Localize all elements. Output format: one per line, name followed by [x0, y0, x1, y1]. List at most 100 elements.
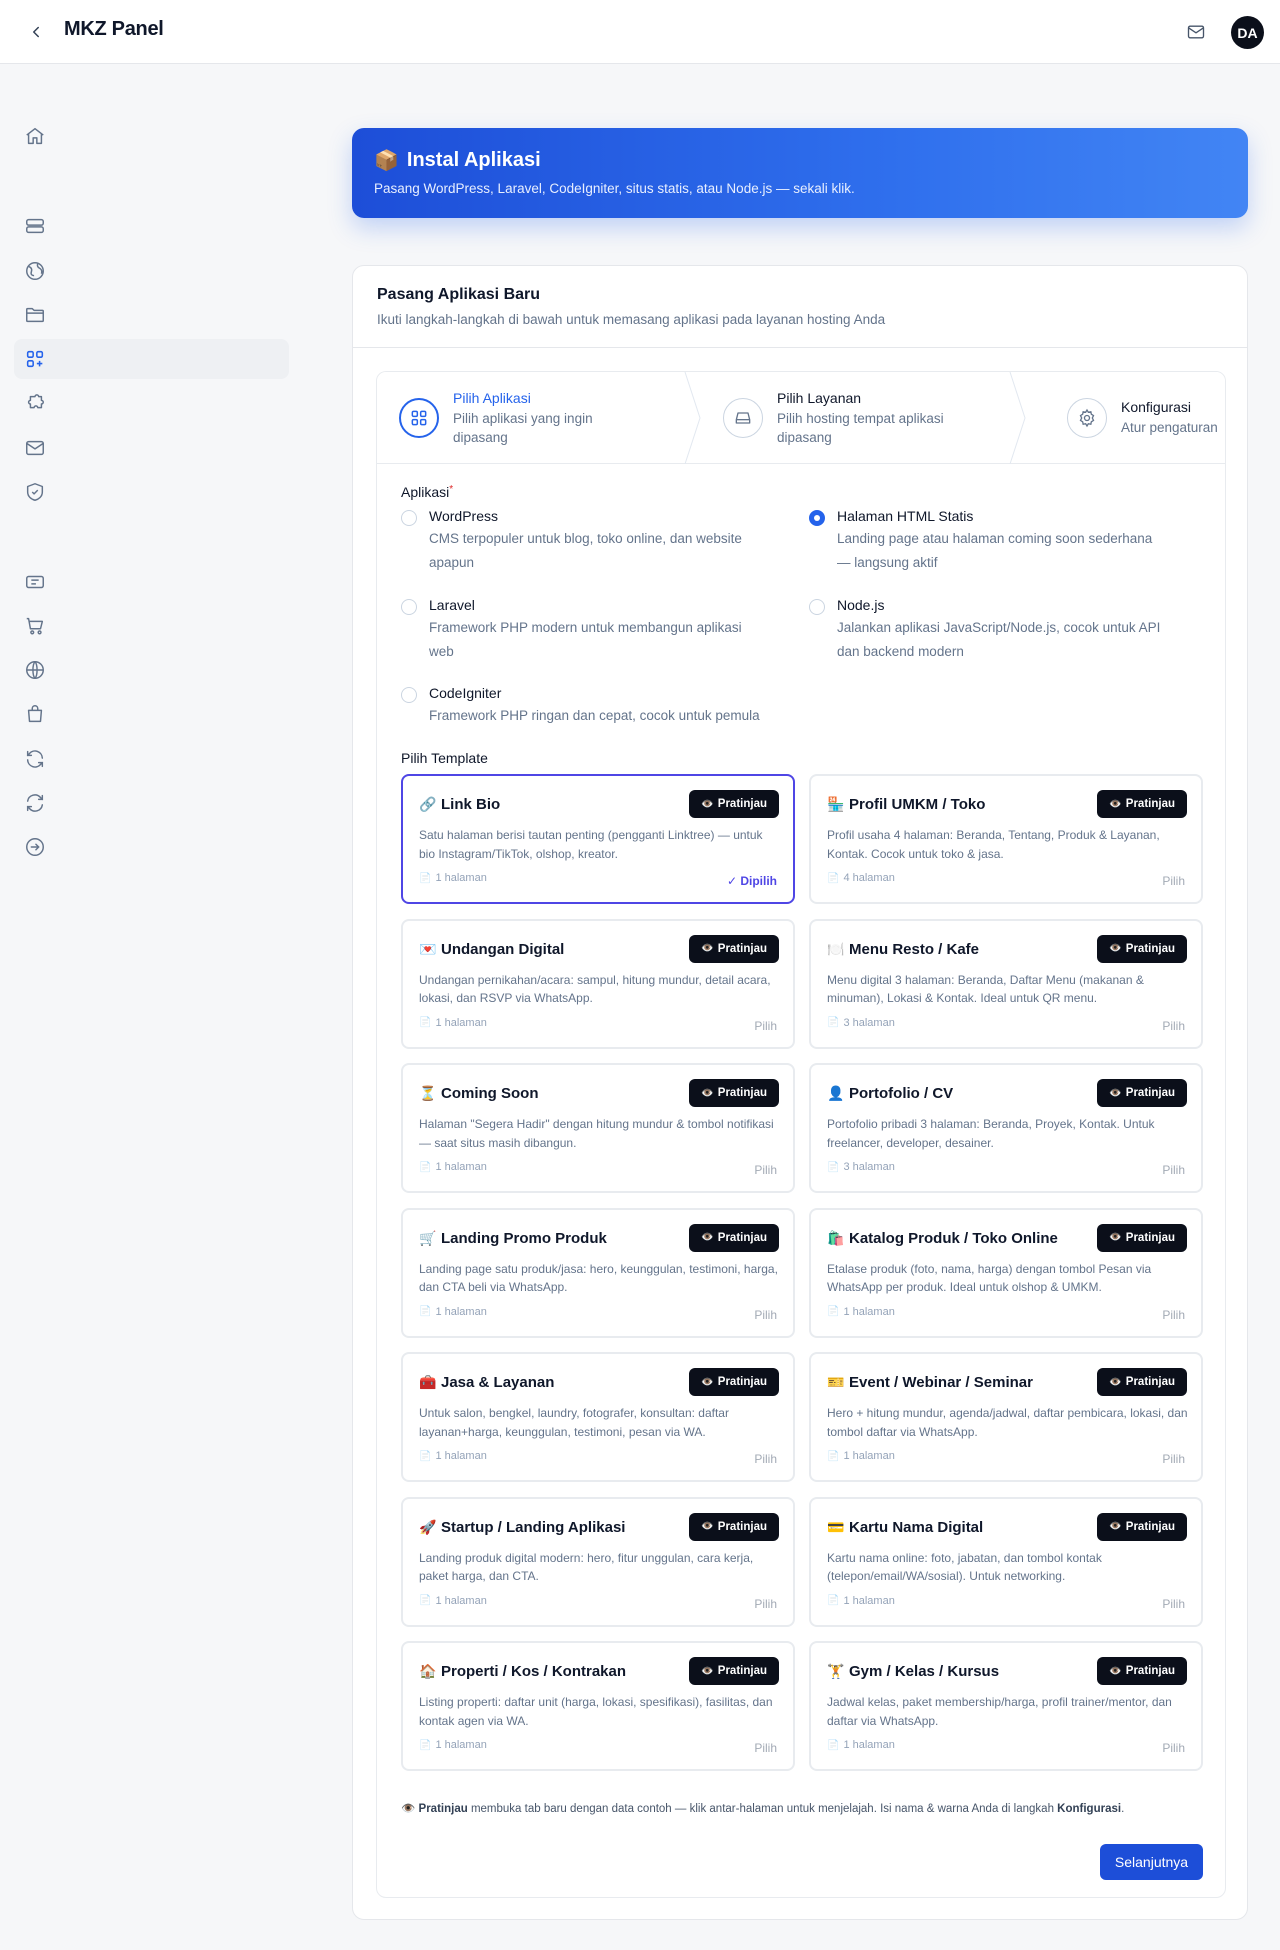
preview-label: Pratinjau	[717, 1376, 767, 1388]
eye-icon: 👁️	[1109, 1521, 1122, 1532]
template-pick-label[interactable]: Pilih	[1162, 1741, 1185, 1755]
step-konfigurasi[interactable]: Konfigurasi Atur pengaturan	[1067, 372, 1225, 464]
sidebar-item-home[interactable]	[14, 116, 289, 156]
template-card[interactable]: 🏠 Properti / Kos / Kontrakan 👁️ Pratinjau Li…	[401, 1641, 795, 1771]
preview-button[interactable]: 👁️ Pratinjau	[1097, 1368, 1187, 1396]
sidebar-item-web[interactable]	[14, 650, 289, 690]
template-title: 🚀 Startup / Landing Aplikasi	[419, 1519, 625, 1536]
radio-button[interactable]	[809, 599, 825, 615]
radio-button[interactable]	[401, 510, 417, 526]
template-card[interactable]: 🍽️ Menu Resto / Kafe 👁️ Pratinjau Menu digit…	[809, 918, 1203, 1049]
preview-button[interactable]: 👁️ Pratinjau	[689, 1657, 779, 1685]
template-pick-label[interactable]: Pilih	[754, 1019, 777, 1033]
sidebar-item-logout[interactable]	[14, 827, 289, 867]
sidebar-item-plugins[interactable]	[14, 384, 289, 424]
preview-button[interactable]: 👁️ Pratinjau	[1097, 1657, 1187, 1685]
template-pick-label[interactable]: Pilih	[754, 1452, 777, 1466]
template-card[interactable]: 🔗 Link Bio 👁️ Pratinjau Satu halaman berisi …	[401, 774, 795, 904]
template-title-text: Properti / Kos / Kontrakan	[441, 1663, 627, 1680]
template-card[interactable]: 💳 Kartu Nama Digital 👁️ Pratinjau Kartu nama…	[809, 1496, 1203, 1627]
next-button[interactable]: Selanjutnya	[1100, 1844, 1203, 1880]
app-option-codeigniter[interactable]: CodeIgniter Framework PHP ringan dan cepa…	[401, 685, 801, 728]
sidebar-item-hosting[interactable]	[14, 206, 289, 246]
sidebar-item-email[interactable]	[14, 428, 289, 468]
radio-button[interactable]	[401, 687, 417, 703]
preview-button[interactable]: 👁️ Pratinjau	[1097, 1079, 1187, 1107]
template-pages-count: 1 halaman	[435, 1016, 487, 1029]
template-card[interactable]: 🚀 Startup / Landing Aplikasi 👁️ Pratinjau La…	[401, 1496, 795, 1627]
sidebar-item-security[interactable]	[14, 472, 289, 512]
sidebar-item-tickets[interactable]	[14, 562, 289, 602]
template-card[interactable]: 💌 Undangan Digital 👁️ Pratinjau Undangan per…	[401, 918, 795, 1049]
template-pick-label[interactable]: Pilih	[754, 1741, 777, 1755]
template-pages-count: 1 halaman	[435, 1450, 487, 1462]
template-pages: 📄 1 halaman	[419, 1595, 487, 1607]
template-desc: Jadwal kelas, paket membership/harga, pr…	[827, 1695, 1172, 1728]
template-pick-label[interactable]: Pilih	[1162, 1308, 1185, 1322]
template-pick-label[interactable]: Pilih	[1162, 1597, 1185, 1611]
sidebar-item-domains[interactable]	[14, 251, 289, 291]
radio-button[interactable]	[401, 599, 417, 615]
preview-button[interactable]: 👁️ Pratinjau	[689, 1368, 779, 1396]
preview-button[interactable]: 👁️ Pratinjau	[689, 1223, 779, 1252]
template-pick-label[interactable]: Pilih	[1162, 1163, 1185, 1177]
template-pages: 📄 1 halaman	[827, 1739, 895, 1751]
sidebar-item-files[interactable]	[14, 295, 289, 335]
template-pick-label[interactable]: Pilih	[1162, 1452, 1185, 1466]
template-card[interactable]: 🛒 Landing Promo Produk 👁️ Pratinjau Landing …	[401, 1207, 795, 1338]
app-option-laravel[interactable]: Laravel Framework PHP modern untuk memban…	[401, 597, 761, 664]
eye-icon: 👁️	[701, 943, 714, 954]
template-emoji-icon: 💳	[827, 1518, 845, 1535]
template-card[interactable]: ⏳ Coming Soon 👁️ Pratinjau Halaman "Segera H…	[401, 1063, 795, 1193]
cart-icon	[26, 617, 44, 635]
radio-button-checked[interactable]	[809, 510, 825, 526]
preview-button[interactable]: 👁️ Pratinjau	[1097, 1512, 1187, 1541]
eye-icon: 👁️	[1109, 1376, 1122, 1388]
sidebar-item-shop[interactable]	[14, 694, 289, 734]
step-pilih-aplikasi[interactable]: Pilih Aplikasi Pilih aplikasi yang ingin…	[399, 372, 639, 464]
preview-button[interactable]: 👁️ Pratinjau	[1097, 1223, 1187, 1252]
messages-button[interactable]	[1184, 20, 1208, 44]
app-option-nodejs[interactable]: Node.js Jalankan aplikasi JavaScript/Node…	[809, 597, 1169, 664]
preview-button[interactable]: 👁️ Pratinjau	[689, 790, 779, 818]
template-title-text: Coming Soon	[441, 1085, 539, 1102]
template-card[interactable]: 🛍️ Katalog Produk / Toko Online 👁️ Pratinja…	[809, 1207, 1203, 1338]
template-card[interactable]: 🏋️ Gym / Kelas / Kursus 👁️ Pratinjau Jadwal …	[809, 1641, 1203, 1771]
template-card[interactable]: 🧰 Jasa & Layanan 👁️ Pratinjau Untuk salon, b…	[401, 1352, 795, 1482]
preview-button[interactable]: 👁️ Pratinjau	[1097, 934, 1187, 963]
sidebar-item-orders[interactable]	[14, 606, 289, 646]
template-pick-label[interactable]: Pilih	[754, 1163, 777, 1177]
preview-button[interactable]: 👁️ Pratinjau	[689, 1512, 779, 1541]
template-card[interactable]: 🎫 Event / Webinar / Seminar 👁️ Pratinjau Her…	[809, 1352, 1203, 1482]
template-pages: 📄 1 halaman	[419, 1017, 487, 1029]
template-pick-label[interactable]: Pilih	[754, 1308, 777, 1322]
preview-button[interactable]: 👁️ Pratinjau	[1097, 790, 1187, 818]
template-card[interactable]: 👤 Portofolio / CV 👁️ Pratinjau Portofolio pr…	[809, 1063, 1203, 1193]
app-option-wordpress[interactable]: WordPress CMS terpopuler untuk blog, toko…	[401, 508, 761, 575]
template-pages: 📄 3 halaman	[827, 1161, 895, 1173]
app-option-html-statis[interactable]: Halaman HTML Statis Landing page atau hal…	[809, 508, 1169, 575]
template-desc: Undangan pernikahan/acara: sampul, hitun…	[419, 972, 771, 1006]
template-desc: Untuk salon, bengkel, laundry, fotografe…	[419, 1406, 729, 1439]
sidebar-item-sync[interactable]	[14, 783, 289, 823]
template-card[interactable]: 🏪 Profil UMKM / Toko 👁️ Pratinjau Profil usa…	[809, 774, 1203, 904]
document-icon: 📄	[419, 1595, 432, 1606]
sidebar-item-apps[interactable]	[14, 339, 289, 379]
sync-icon	[26, 794, 44, 812]
preview-button[interactable]: 👁️ Pratinjau	[689, 1079, 779, 1107]
step-pilih-layanan[interactable]: Pilih Layanan Pilih hosting tempat aplik…	[723, 372, 953, 464]
avatar[interactable]: DA	[1231, 16, 1264, 49]
template-pages: 📄 1 halaman	[419, 1450, 487, 1462]
document-icon: 📄	[827, 872, 840, 884]
preview-label: Pratinjau	[1125, 798, 1175, 810]
preview-button[interactable]: 👁️ Pratinjau	[689, 934, 779, 963]
template-pages-count: 4 halaman	[843, 872, 895, 884]
sidebar-item-renewals[interactable]	[14, 739, 289, 779]
template-pick-label[interactable]: Pilih	[754, 1597, 777, 1611]
template-pick-label[interactable]: Pilih	[1162, 874, 1185, 888]
template-pick-label[interactable]: Pilih	[1162, 1019, 1185, 1033]
template-title: 🛒 Landing Promo Produk	[419, 1230, 607, 1247]
back-button[interactable]	[22, 18, 50, 46]
template-label: Pilih Template	[401, 750, 488, 766]
document-icon: 📄	[827, 1161, 840, 1173]
